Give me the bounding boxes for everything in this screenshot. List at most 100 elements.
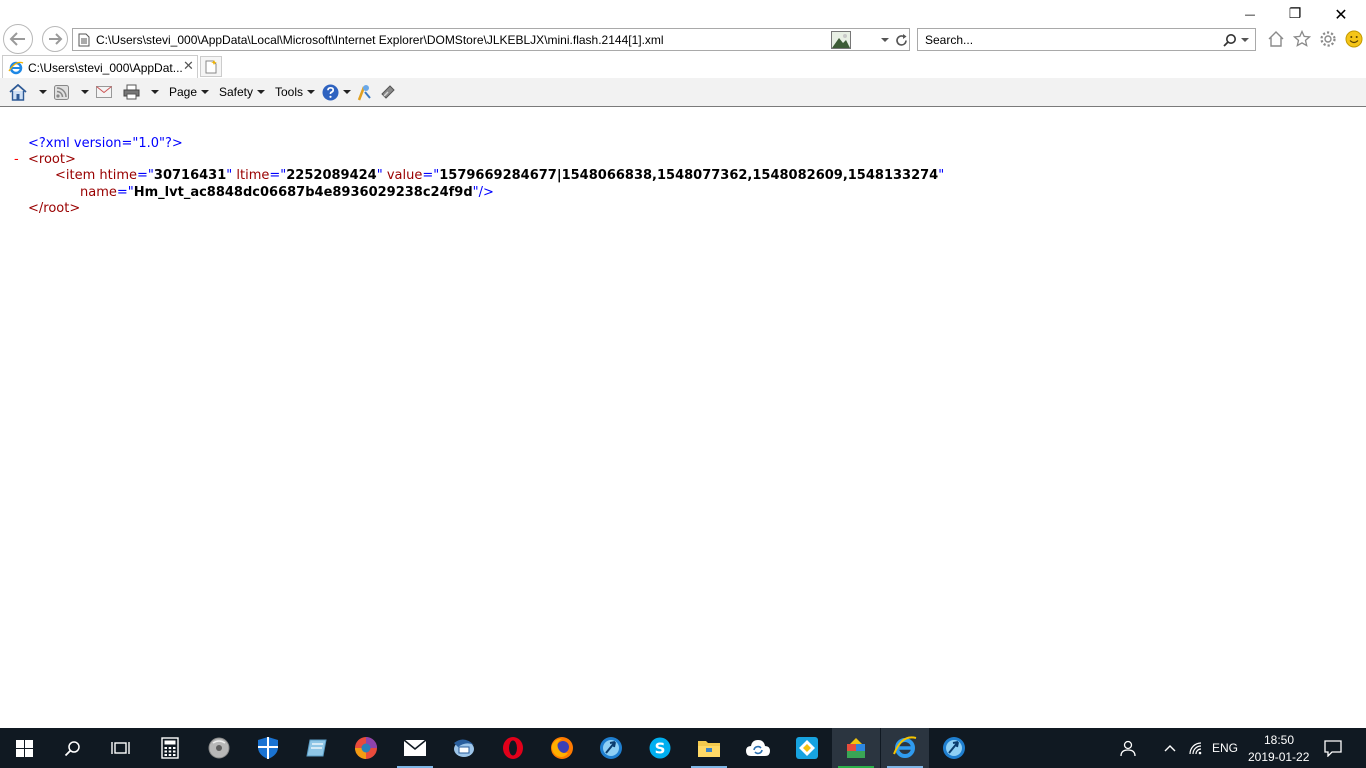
show-hidden-icons-button[interactable]	[1158, 728, 1182, 768]
globe-arrow-icon	[943, 737, 965, 759]
address-dropdown-button[interactable]	[878, 31, 892, 49]
xml-item-line-2: name="Hm_lvt_ac8848dc06687b4e8936029238c…	[80, 185, 494, 200]
safety-menu[interactable]: Safety	[219, 83, 266, 101]
browser-app-1[interactable]	[587, 728, 635, 768]
feedback-button[interactable]	[1344, 29, 1364, 49]
refresh-icon	[895, 33, 907, 46]
home-icon	[1268, 31, 1284, 47]
internet-explorer-icon	[893, 736, 917, 758]
forward-button[interactable]	[42, 26, 68, 52]
chevron-down-icon	[81, 90, 89, 94]
xml-item-line-1: <item htime="30716431" ltime="2252089424…	[55, 168, 945, 183]
firefox-icon	[551, 737, 573, 759]
home-menu-button[interactable]	[9, 83, 47, 101]
refresh-button[interactable]	[893, 31, 909, 49]
opera-app[interactable]	[489, 728, 537, 768]
input-language[interactable]: ENG	[1212, 741, 1238, 755]
sync-app[interactable]	[734, 728, 782, 768]
chevron-down-icon	[39, 90, 47, 94]
mail-icon	[96, 86, 112, 98]
task-view-button[interactable]	[96, 728, 144, 768]
cloud-sync-icon	[746, 740, 770, 756]
browser-app-2[interactable]	[930, 728, 978, 768]
start-button[interactable]	[0, 728, 48, 768]
mail-icon	[403, 739, 427, 756]
research-button[interactable]	[356, 83, 372, 101]
new-tab-icon	[205, 59, 217, 73]
tab-title: C:\Users\stevi_000\AppDat...	[28, 61, 183, 75]
clock-date[interactable]: 2019-01-22	[1248, 750, 1309, 764]
network-button[interactable]	[1184, 728, 1208, 768]
media-app[interactable]	[195, 728, 243, 768]
skype-icon: S	[649, 737, 671, 759]
collapse-root-toggle[interactable]: -	[14, 152, 19, 167]
attr-ltime: ltime	[236, 168, 270, 183]
favorites-button[interactable]	[1292, 29, 1312, 49]
print-button[interactable]	[123, 83, 159, 101]
thunderbird-icon	[454, 739, 474, 757]
skype-app[interactable]: S	[636, 728, 684, 768]
tab-close-button[interactable]: ✕	[183, 59, 194, 74]
help-menu[interactable]	[322, 83, 351, 101]
forward-arrow-icon	[49, 33, 63, 45]
page-menu[interactable]: Page	[169, 83, 210, 101]
rss-feed-icon	[54, 84, 69, 100]
notebook-app[interactable]	[293, 728, 341, 768]
star-icon	[1293, 30, 1311, 47]
firefox-app[interactable]	[538, 728, 586, 768]
tools-menu[interactable]: Tools	[275, 83, 316, 101]
taskbar: S ENG 18:50 2019-01-22	[0, 728, 1366, 768]
item-close-tag: />	[478, 185, 494, 200]
address-url: C:\Users\stevi_000\AppData\Local\Microso…	[96, 33, 664, 47]
site-preview-icon[interactable]	[831, 31, 851, 49]
colorful-app[interactable]	[342, 728, 390, 768]
home-button[interactable]	[1266, 29, 1286, 49]
internet-explorer-app[interactable]	[881, 728, 929, 768]
windows-defender-app[interactable]	[244, 728, 292, 768]
chevron-down-icon	[257, 90, 266, 94]
help-icon	[322, 84, 339, 100]
thunderbird-app[interactable]	[440, 728, 488, 768]
search-taskbar-button[interactable]	[48, 728, 96, 768]
address-bar[interactable]: C:\Users\stevi_000\AppData\Local\Microso…	[72, 28, 910, 51]
send-to-onenote-button[interactable]	[380, 83, 396, 101]
navigation-bar: C:\Users\stevi_000\AppData\Local\Microso…	[0, 24, 1366, 54]
disc-icon	[208, 737, 230, 759]
printer-icon	[123, 84, 140, 100]
page-menu-label: Page	[169, 85, 198, 99]
search-icon	[1223, 34, 1236, 47]
people-button[interactable]	[1112, 728, 1144, 768]
diamond-app-icon	[796, 737, 818, 759]
close-icon: ✕	[1334, 4, 1348, 24]
command-bar: Page Safety Tools	[0, 78, 1366, 107]
action-center-button[interactable]	[1316, 728, 1350, 768]
smiley-icon	[1345, 30, 1363, 48]
settings-button[interactable]	[1318, 29, 1338, 49]
diamond-app[interactable]	[783, 728, 831, 768]
tab-xml-file[interactable]: C:\Users\stevi_000\AppDat... ✕	[2, 55, 198, 78]
clock-time[interactable]: 18:50	[1264, 733, 1294, 747]
xml-document: <?xml version="1.0"?> - <root> <item hti…	[0, 108, 1366, 728]
attr-name: name	[80, 185, 117, 200]
folder-icon	[698, 741, 720, 757]
installer-app[interactable]	[832, 728, 880, 768]
home-icon	[9, 83, 27, 101]
mail-app[interactable]	[391, 728, 439, 768]
swirl-icon	[355, 737, 377, 759]
new-tab-button[interactable]	[200, 56, 222, 77]
val-name: Hm_lvt_ac8848dc06687b4e8936029238c24f9d	[133, 185, 473, 200]
feeds-button[interactable]	[54, 83, 89, 101]
read-mail-button[interactable]	[96, 83, 112, 101]
page-icon	[78, 33, 90, 47]
search-box[interactable]: Search...	[917, 28, 1256, 51]
attr-htime: htime	[99, 168, 138, 183]
minimize-icon: —	[1244, 7, 1256, 21]
calculator-app[interactable]	[146, 728, 194, 768]
back-button[interactable]	[3, 24, 33, 54]
search-input[interactable]: Search...	[925, 33, 973, 47]
globe-arrow-icon	[600, 737, 622, 759]
search-button[interactable]	[1218, 31, 1254, 49]
file-explorer-app[interactable]	[685, 728, 733, 768]
notebook-icon	[306, 739, 327, 757]
chevron-down-icon	[201, 90, 210, 94]
